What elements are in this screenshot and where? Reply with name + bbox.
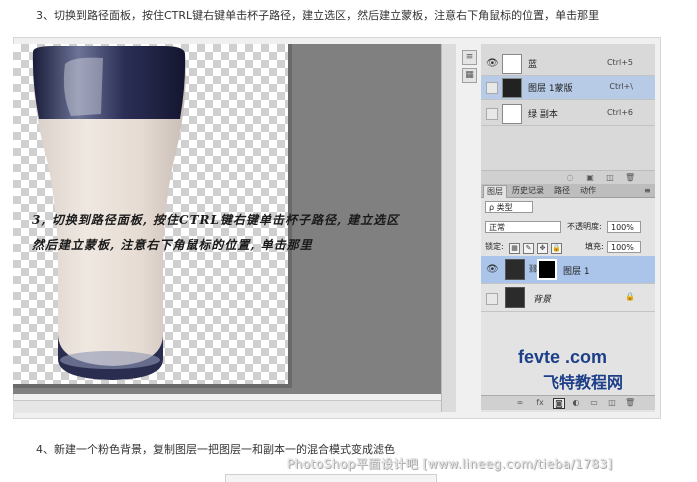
- new-layer-icon[interactable]: ◫: [607, 398, 617, 407]
- channel-shortcut: Ctrl+5: [606, 58, 633, 67]
- load-selection-icon[interactable]: ◌: [565, 173, 575, 182]
- channels-panel-footer: ◌ ▣ ◫ 🗑: [481, 170, 655, 185]
- watermark-brand: 飞特教程网: [543, 373, 624, 392]
- layer-thumbnail: [505, 259, 525, 280]
- tab-actions[interactable]: 动作: [577, 185, 599, 197]
- layer-row[interactable]: 背景 🔒: [481, 284, 655, 312]
- tab-history[interactable]: 历史记录: [509, 185, 547, 197]
- channel-shortcut: Ctrl+\: [609, 82, 633, 91]
- lock-transparent-icon[interactable]: ▦: [509, 243, 520, 254]
- lock-all-icon[interactable]: 🔒: [551, 243, 562, 254]
- layer-name: 图层 1: [563, 267, 590, 277]
- channel-row[interactable]: 图层 1蒙版 Ctrl+\: [481, 76, 655, 100]
- trash-icon[interactable]: 🗑: [625, 173, 635, 182]
- visibility-toggle[interactable]: [486, 82, 498, 94]
- collapsed-panel-icon[interactable]: ▦: [462, 68, 477, 83]
- channel-thumbnail: [502, 54, 522, 74]
- link-layers-icon[interactable]: ∞: [515, 398, 525, 407]
- channel-thumbnail: [502, 104, 522, 124]
- add-mask-icon[interactable]: ◙: [553, 398, 565, 409]
- opacity-input[interactable]: 100%: [607, 221, 641, 233]
- canvas-shadow-bottom: [13, 384, 292, 388]
- panel-menu-icon[interactable]: ≡: [641, 185, 654, 197]
- fill-input[interactable]: 100%: [607, 241, 641, 253]
- layer-row[interactable]: 👁 ⛓ 图层 1: [481, 256, 655, 284]
- layer-mask-thumbnail[interactable]: [537, 259, 557, 280]
- horizontal-scrollbar[interactable]: [13, 400, 441, 413]
- channel-shortcut: Ctrl+6: [606, 108, 633, 117]
- layers-panel-footer: ∞ fx ◙ ◐ ▭ ◫ 🗑: [481, 395, 655, 410]
- lock-icon: 🔒: [625, 292, 635, 301]
- channel-row[interactable]: 👁 蓝 Ctrl+5: [481, 52, 655, 76]
- fx-icon[interactable]: fx: [535, 398, 545, 407]
- collapsed-panel-icon[interactable]: ≡: [462, 50, 477, 65]
- layer-name: 背景: [533, 295, 552, 305]
- watermark-site: fevte .com: [518, 347, 608, 367]
- fill-label: 填充:: [585, 242, 604, 251]
- panel-tab-bar: 图层 历史记录 路径 动作 ≡: [481, 184, 655, 198]
- channel-name: 图层 1蒙版: [528, 84, 573, 94]
- visibility-toggle[interactable]: [486, 108, 498, 120]
- canvas-overlay-text-line2: 然后建立蒙板, 注意右下角鼠标的位置, 单击那里: [32, 238, 313, 252]
- layer-thumbnail: [505, 287, 525, 308]
- adjustment-layer-icon[interactable]: ◐: [571, 398, 581, 407]
- step3-text: 3、切换到路径面板，按住CTRL键右键单击杯子路径，建立选区，然后建立蒙板，注意…: [36, 9, 600, 22]
- blend-mode-select[interactable]: 正常: [485, 221, 561, 233]
- channel-row[interactable]: 绿 副本 Ctrl+6: [481, 102, 655, 126]
- new-channel-icon[interactable]: ◫: [605, 173, 615, 182]
- opacity-label: 不透明度:: [567, 222, 602, 231]
- trash-icon[interactable]: 🗑: [625, 398, 635, 407]
- channel-name: 绿 副本: [528, 110, 558, 120]
- channel-thumbnail: [502, 78, 522, 98]
- layer-filter-select[interactable]: ρ 类型: [485, 201, 533, 213]
- lock-position-icon[interactable]: ✥: [537, 243, 548, 254]
- document-canvas[interactable]: 3, 切换到路径面板, 按住CTRL键右键单击杯子路径, 建立选区 然后建立蒙板…: [13, 44, 441, 394]
- visibility-eye-icon[interactable]: 👁: [486, 264, 499, 276]
- channel-name: 蓝: [528, 60, 538, 70]
- tab-layers[interactable]: 图层: [483, 185, 507, 198]
- tab-paths[interactable]: 路径: [551, 185, 573, 197]
- save-selection-icon[interactable]: ▣: [585, 173, 595, 182]
- lock-image-icon[interactable]: ✎: [523, 243, 534, 254]
- lock-label: 锁定:: [485, 242, 504, 251]
- channels-panel: 👁 蓝 Ctrl+5 图层 1蒙版 Ctrl+\ 绿 副本 Ctrl+6: [481, 44, 655, 184]
- panel-dock-divider: [441, 44, 456, 412]
- visibility-eye-icon[interactable]: 👁: [486, 58, 499, 70]
- new-group-icon[interactable]: ▭: [589, 398, 599, 407]
- canvas-overlay-text-line1: 3, 切换到路径面板, 按住CTRL键右键单击杯子路径, 建立选区: [32, 213, 400, 227]
- visibility-toggle[interactable]: [486, 293, 498, 305]
- footer-watermark: PhotoShop平面设计吧 [www.lineeg.com/tieba/178…: [287, 457, 613, 471]
